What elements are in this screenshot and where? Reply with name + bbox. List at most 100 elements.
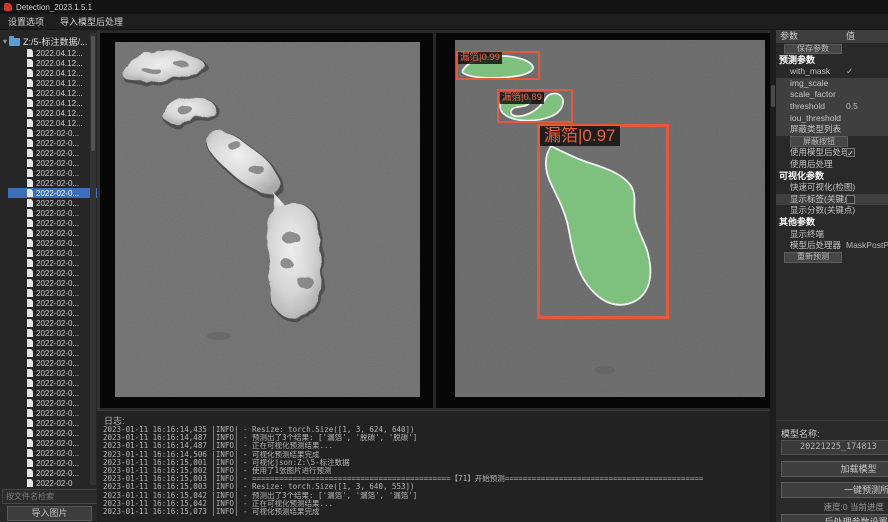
tree-item[interactable]: 2022-02-0... xyxy=(8,458,97,468)
tree-item[interactable]: 2022-02-0... xyxy=(8,238,97,248)
file-icon xyxy=(27,309,33,317)
tree-item[interactable]: 2022-02-0... xyxy=(8,318,97,328)
param-row[interactable]: 屏蔽按钮 xyxy=(776,136,888,148)
tree-item[interactable]: 2022-02-0... xyxy=(8,248,97,258)
tree-item[interactable]: 2022.04.12... xyxy=(8,48,97,58)
tree-item[interactable]: 2022.04.12... xyxy=(8,98,97,108)
param-row[interactable]: 显示终端 xyxy=(776,229,888,241)
tree-item-label: 2022-02-0... xyxy=(36,129,79,138)
file-icon xyxy=(27,399,33,407)
predict-all-button[interactable]: 一键预测所有 xyxy=(781,482,888,498)
tree-item[interactable]: 2022-02-0... xyxy=(8,298,97,308)
menu-item-import-postprocess[interactable]: 导入模型后处理 xyxy=(60,15,123,28)
tree-item[interactable]: 2022-02-0... xyxy=(8,218,97,228)
param-row[interactable]: scale_factor xyxy=(776,89,888,101)
tree-item-label: 2022-02-0... xyxy=(36,449,79,458)
tree-item[interactable]: 2022.04.12... xyxy=(8,68,97,78)
tree-item[interactable]: 2022.04.12... xyxy=(8,108,97,118)
param-label: 显示分数(关键点) xyxy=(776,205,855,215)
tree-item[interactable]: 2022-02-0... xyxy=(8,418,97,428)
tree-item[interactable]: 2022-02-0... xyxy=(8,408,97,418)
tree-item-label: 2022-02-0... xyxy=(36,189,79,198)
tree-item[interactable]: 2022-02-0... xyxy=(8,468,97,478)
param-row[interactable]: 显示分数(关键点) xyxy=(776,205,888,217)
tree-item[interactable]: 2022-02-0... xyxy=(8,358,97,368)
param-row[interactable]: 使用后处理 xyxy=(776,159,888,171)
tree-root[interactable]: ▾ Z:/5-标注数据/... xyxy=(0,35,97,48)
tree-item[interactable]: 2022-02-0... xyxy=(8,368,97,378)
tree-item[interactable]: 2022-02-0... xyxy=(8,208,97,218)
param-value[interactable]: ✓ xyxy=(846,66,853,78)
param-row[interactable]: 显示标签(关键点) xyxy=(776,194,888,206)
tree-item[interactable]: 2022-02-0... xyxy=(8,148,97,158)
param-row[interactable]: 模型后处理器MaskPostPro xyxy=(776,240,888,252)
tree-scrollbar[interactable] xyxy=(90,33,96,485)
tree-item[interactable]: 2022-02-0... xyxy=(8,428,97,438)
tree-item[interactable]: 2022-02-0... xyxy=(8,158,97,168)
tree-item[interactable]: 2022-02-0... xyxy=(8,348,97,358)
tree-item[interactable]: 2022-02-0... xyxy=(8,198,97,208)
file-icon xyxy=(27,289,33,297)
tree-item-label: 2022-02-0... xyxy=(36,469,79,478)
tree-item[interactable]: 2022-02-0... xyxy=(8,228,97,238)
tree-item[interactable]: 2022-02-0... xyxy=(8,338,97,348)
tree-item-label: 2022-02-0... xyxy=(36,139,79,148)
log-panel[interactable]: 日志: 2023-01-11 16:16:14,435 |INFO| - Res… xyxy=(97,410,770,522)
tree-item[interactable]: 2022-02-0... xyxy=(8,288,97,298)
file-tree-items: 2022.04.12...2022.04.12...2022.04.12...2… xyxy=(0,48,97,488)
tree-item[interactable]: 2022-02-0 xyxy=(8,478,97,488)
tree-item[interactable]: 2022.04.12... xyxy=(8,118,97,128)
tree-item[interactable]: 2022-02-0... xyxy=(8,268,97,278)
tree-item[interactable]: 2022-02-0... xyxy=(8,178,97,188)
file-icon xyxy=(27,239,33,247)
param-button[interactable]: 重新预测 xyxy=(784,252,842,263)
params-scrollbar-thumb[interactable] xyxy=(771,85,775,107)
tree-item[interactable]: 2022-02-0... xyxy=(8,128,97,138)
param-row[interactable]: img_scale xyxy=(776,78,888,90)
file-icon xyxy=(27,469,33,477)
tree-item[interactable]: 2022-02-0... xyxy=(8,328,97,338)
param-value[interactable]: 0.5 xyxy=(846,101,858,113)
param-row[interactable]: 快速可视化(检图) xyxy=(776,182,888,194)
expand-arrow-icon[interactable]: ▾ xyxy=(3,37,7,46)
tree-item[interactable]: 2022-02-0... xyxy=(8,168,97,178)
params-header-value: 值 xyxy=(846,30,855,43)
param-button[interactable]: 保存参数 xyxy=(784,44,842,55)
postprocess-settings-button[interactable]: 后处理参数设置 xyxy=(781,514,888,522)
tree-item[interactable]: 2022-02-0... xyxy=(8,308,97,318)
menu-item-settings[interactable]: 设置选项 xyxy=(8,15,44,28)
app-icon xyxy=(4,3,12,11)
tree-item[interactable]: 2022-02-0... xyxy=(8,398,97,408)
search-input[interactable] xyxy=(2,489,100,504)
tree-item[interactable]: 2022-02-0... xyxy=(8,278,97,288)
param-row[interactable]: iou_threshold xyxy=(776,113,888,125)
param-row[interactable]: 屏蔽类型列表 xyxy=(776,124,888,136)
load-model-button[interactable]: 加载模型 xyxy=(781,461,888,477)
param-value[interactable]: MaskPostPro xyxy=(846,240,888,252)
tree-item[interactable]: 2022-02-0... xyxy=(8,438,97,448)
tree-item[interactable]: 2022-02-0... xyxy=(8,388,97,398)
tree-item-label: 2022-02-0... xyxy=(36,249,79,258)
param-checkbox[interactable] xyxy=(846,195,855,204)
tree-item[interactable]: 2022-02-0... xyxy=(8,258,97,268)
param-row[interactable]: 重新预测 xyxy=(776,252,888,264)
tree-item[interactable]: 2022.04.12... xyxy=(8,88,97,98)
tree-item[interactable]: 2022-02-0... xyxy=(8,448,97,458)
tree-item[interactable]: 2022-02-0... xyxy=(8,188,97,198)
import-image-button[interactable]: 导入图片 xyxy=(7,506,92,521)
param-row[interactable]: with_mask✓ xyxy=(776,66,888,78)
param-row[interactable]: threshold0.5 xyxy=(776,101,888,113)
param-checkbox[interactable]: ✓ xyxy=(846,148,855,157)
tree-item[interactable]: 2022-02-0... xyxy=(8,378,97,388)
param-label: iou_threshold xyxy=(776,113,841,123)
param-row[interactable]: 保存参数 xyxy=(776,43,888,55)
tree-item[interactable]: 2022.04.12... xyxy=(8,58,97,68)
param-row[interactable]: 使用模型后处理✓ xyxy=(776,147,888,159)
file-icon xyxy=(27,119,33,127)
tree-item[interactable]: 2022-02-0... xyxy=(8,138,97,148)
file-icon xyxy=(27,409,33,417)
tree-scrollbar-thumb[interactable] xyxy=(91,36,95,151)
tree-item[interactable]: 2022.04.12... xyxy=(8,78,97,88)
param-button[interactable]: 屏蔽按钮 xyxy=(790,136,848,147)
model-name-value[interactable]: 20221225_174813 xyxy=(781,440,888,455)
